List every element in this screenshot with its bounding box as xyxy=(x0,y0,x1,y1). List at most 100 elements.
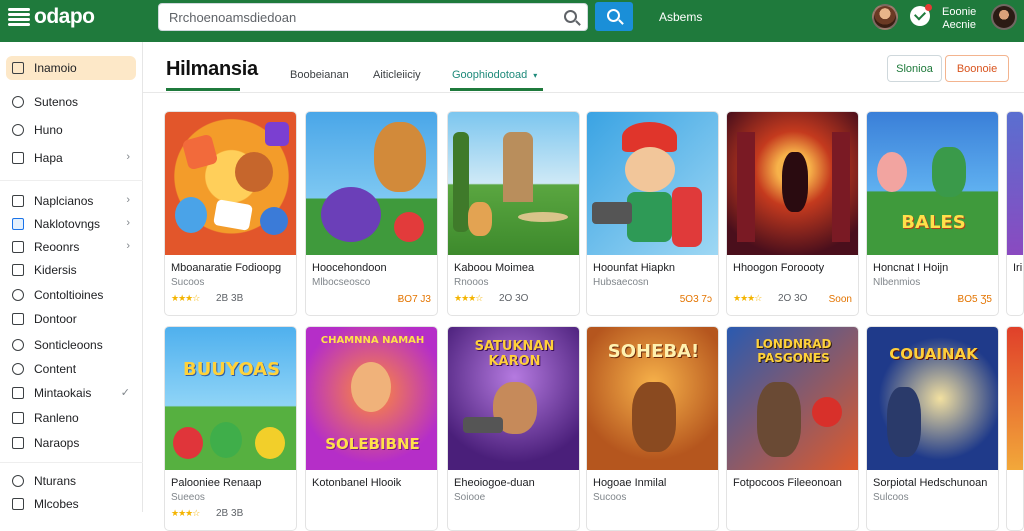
card-title: Hhoogon Foroooty xyxy=(733,262,825,274)
sidebar-item-mintaokais[interactable]: Mintaokais ✓ xyxy=(6,382,136,404)
sidebar-item-label: Nturans xyxy=(34,474,77,488)
sidebar-item-huno[interactable]: Huno xyxy=(6,119,136,141)
sidebar-item-inamoio[interactable]: Inamoio xyxy=(6,56,136,80)
avatar[interactable] xyxy=(872,4,898,30)
message-icon xyxy=(12,363,24,375)
sidebar-item-sonticleoons[interactable]: Sonticleoons xyxy=(6,334,136,356)
sidebar-item-dontoor[interactable]: Dontoor xyxy=(6,308,136,330)
card-subtitle: Sulcoos xyxy=(873,492,909,503)
sidebar-item-label: Naraops xyxy=(34,436,80,450)
chevron-right-icon: › xyxy=(126,151,130,163)
tab-underline xyxy=(450,88,543,91)
profile-avatar[interactable] xyxy=(991,4,1017,30)
search-button[interactable] xyxy=(595,2,633,31)
sidebar-item-naraops[interactable]: Naraops xyxy=(6,432,136,454)
page-title: Hilmansia xyxy=(166,58,258,80)
sidebar-item-label: Content xyxy=(34,362,77,376)
card-subtitle: Nlbenmios xyxy=(873,277,921,288)
rating-value: 2O 3O xyxy=(778,293,808,304)
sidebar-item-content[interactable]: Content xyxy=(6,358,136,380)
rating-stars: ★★★☆ xyxy=(733,293,762,303)
game-card[interactable]: Iri xyxy=(1006,111,1024,316)
sidebar-item-kidersis[interactable]: Kidersis xyxy=(6,259,136,281)
game-card[interactable]: SATUKNAN KARON Eheoiogoe-duan Soiooe xyxy=(447,326,580,531)
sidebar-item-label: Huno xyxy=(34,123,63,137)
search-icon xyxy=(564,10,577,23)
search-box[interactable] xyxy=(158,3,588,31)
game-thumbnail xyxy=(1007,112,1023,255)
user-name-line1: Eoonie xyxy=(942,6,977,18)
sidebar-item-ranleno[interactable]: Ranleno xyxy=(6,407,136,429)
thumbnail-title: BALES xyxy=(901,212,966,233)
card-subtitle: Hubsaecosn xyxy=(593,277,649,288)
sidebar-item-hapa[interactable]: Hapa › xyxy=(6,147,136,169)
search-input[interactable] xyxy=(169,9,549,25)
sidebar-item-reoonrs[interactable]: Reoonrs › xyxy=(6,236,136,258)
game-thumbnail: BALES xyxy=(867,112,998,255)
rating-stars: ★★★☆ xyxy=(171,293,200,303)
game-thumbnail xyxy=(165,112,296,255)
card-title: Hoounfat Hiapkn xyxy=(593,262,675,274)
calendar-icon xyxy=(12,387,24,399)
game-card[interactable]: BUUYOAS Palooniee Renaap Sueeos ★★★☆ 2B … xyxy=(164,326,297,531)
game-card[interactable]: SOHEBA! Hogoae Inmilal Sucoos xyxy=(586,326,719,531)
sidebar-item-contoltioines[interactable]: Contoltioines xyxy=(6,284,136,306)
folder-icon xyxy=(12,313,24,325)
card-title: Mboanaratie Fodioopg xyxy=(171,262,282,274)
game-card[interactable]: CHAMNNA NAMAH SOLEBIBNE Kotonbanel Hlooi… xyxy=(305,326,438,531)
monitor-icon xyxy=(12,218,24,230)
game-card[interactable]: COUAINAK Sorpiotal Hedschunoan Sulcoos xyxy=(866,326,999,531)
game-card[interactable]: Hhoogon Foroooty ★★★☆ 2O 3O Soon xyxy=(726,111,859,316)
card-price: ɃO5 Ʒ5 xyxy=(957,294,992,305)
game-thumbnail xyxy=(448,112,579,255)
sidebar-item-label: Ranleno xyxy=(34,411,79,425)
user-name-line2: Aecnie xyxy=(942,19,976,31)
game-thumbnail: BUUYOAS xyxy=(165,327,296,470)
card-subtitle: Sueeos xyxy=(171,492,205,503)
header-divider xyxy=(143,92,1024,93)
sidebar-item-label: Mintaokais xyxy=(34,386,92,400)
thumbnail-title: BUUYOAS xyxy=(182,359,281,380)
boonoie-button[interactable]: Boonoie xyxy=(945,55,1009,82)
game-card[interactable]: Kaboou Moimea Rnooos ★★★☆ 2O 3O xyxy=(447,111,580,316)
app-logo[interactable]: odapo xyxy=(8,5,95,29)
user-name[interactable]: Eoonie Aecnie xyxy=(942,6,976,32)
thumbnail-title: SOLEBIBNE xyxy=(325,435,420,453)
game-card[interactable]: Hoocehondoon Mlbocseosco ɃO7 J3 xyxy=(305,111,438,316)
sidebar-item-label: Mlcobes xyxy=(34,497,79,511)
game-card[interactable]: BALES Honcnat I Hoijn Nlbenmios ɃO5 Ʒ5 xyxy=(866,111,999,316)
game-card[interactable] xyxy=(1006,326,1024,531)
game-card[interactable]: Hoounfat Hiapkn Hubsaecosn 5O3 7ɔ xyxy=(586,111,719,316)
rating-value: 2O 3O xyxy=(499,293,529,304)
card-subtitle: Rnooos xyxy=(454,277,489,288)
notification-badge xyxy=(925,4,932,11)
card-title: Iri xyxy=(1013,262,1023,274)
shield-icon xyxy=(12,339,24,351)
tab-aiticleiiciy[interactable]: Aiticleiiciy xyxy=(373,69,421,81)
sidebar-item-label: Naplcianos xyxy=(34,194,94,208)
thumbnail-title: CHAMNNA NAMAH xyxy=(320,335,425,346)
chevron-right-icon: › xyxy=(126,194,130,206)
bookmark-icon xyxy=(12,264,24,276)
sidebar-item-nturans[interactable]: Nturans xyxy=(6,470,136,492)
card-title: Eheoiogoe-duan xyxy=(454,477,535,489)
sidebar-item-sutenos[interactable]: Sutenos xyxy=(6,91,136,113)
game-card[interactable]: Mboanaratie Fodioopg Sucoos ★★★☆ 2B 3B xyxy=(164,111,297,316)
slonioa-button[interactable]: Slonioa xyxy=(887,55,942,82)
list-icon xyxy=(12,241,24,253)
chevron-right-icon: › xyxy=(126,240,130,252)
game-card[interactable]: LONDNRAD PASGONES Fotpocoos Fileeonoan xyxy=(726,326,859,531)
sidebar-item-label: Sutenos xyxy=(34,95,79,109)
tab-label: Goophiodotoad xyxy=(452,69,528,81)
sidebar-item-naklotovngs[interactable]: Naklotovngs › xyxy=(6,213,136,235)
card-price: ɃO7 J3 xyxy=(397,294,431,305)
top-nav-link[interactable]: Asbems xyxy=(659,10,702,24)
sidebar-item-naplcianos[interactable]: Naplcianos › xyxy=(6,190,136,212)
tab-boobeianan[interactable]: Boobeianan xyxy=(290,69,349,81)
notification-icon[interactable] xyxy=(910,4,932,26)
tab-goophiodotoad[interactable]: Goophiodotoad ▾ xyxy=(452,69,537,81)
tag-icon xyxy=(12,195,24,207)
card-subtitle: Soiooe xyxy=(454,492,486,503)
chat-icon xyxy=(12,289,24,301)
rating-value: 2B 3B xyxy=(216,293,244,304)
